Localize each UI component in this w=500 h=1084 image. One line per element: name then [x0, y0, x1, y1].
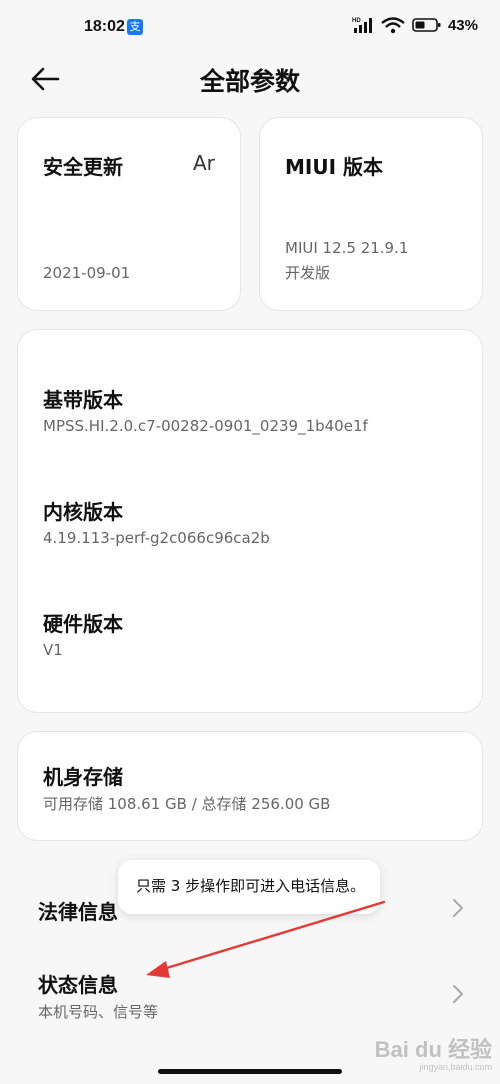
- home-indicator[interactable]: [158, 1069, 342, 1074]
- watermark-brand: Bai du 经验: [374, 1037, 492, 1062]
- annotation-arrow-icon: [146, 900, 386, 978]
- watermark-domain: jingyan.baidu.com: [419, 1062, 492, 1072]
- baidu-watermark: Bai du 经验 jingyan.baidu.com: [375, 1032, 492, 1072]
